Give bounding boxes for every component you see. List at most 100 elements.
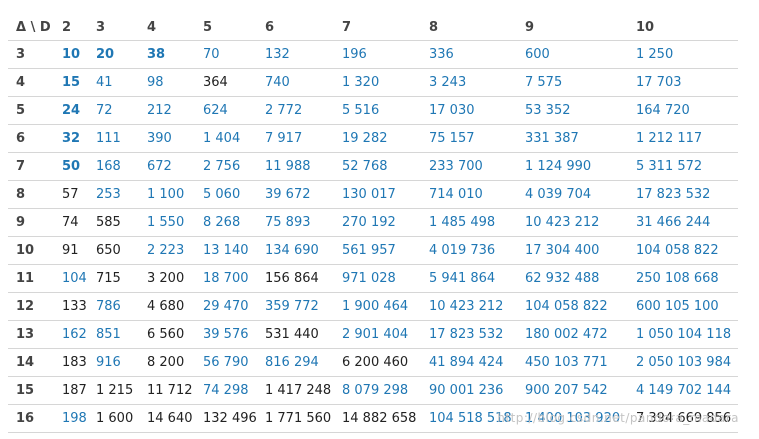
value-link[interactable]: 17 823 532 <box>628 180 738 209</box>
value-link[interactable]: 450 103 771 <box>517 348 628 377</box>
value-link[interactable]: 11 988 <box>257 152 334 181</box>
value-link[interactable]: 134 690 <box>257 236 334 265</box>
value-link[interactable]: 1 250 <box>628 40 738 69</box>
value-link[interactable]: 168 <box>88 152 139 181</box>
value-link[interactable]: 740 <box>257 68 334 97</box>
value-link[interactable]: 24 <box>54 96 88 125</box>
column-header-6: 6 <box>257 14 334 41</box>
value-link[interactable]: 13 140 <box>195 236 257 265</box>
value-link[interactable]: 971 028 <box>334 264 421 293</box>
value-link[interactable]: 1 320 <box>334 68 421 97</box>
value-link[interactable]: 624 <box>195 96 257 125</box>
value-link[interactable]: 70 <box>195 40 257 69</box>
value-link[interactable]: 56 790 <box>195 348 257 377</box>
value-link[interactable]: 10 423 212 <box>421 292 517 321</box>
value-link[interactable]: 74 298 <box>195 376 257 405</box>
value-link[interactable]: 39 672 <box>257 180 334 209</box>
value-link[interactable]: 253 <box>88 180 139 209</box>
value-link[interactable]: 331 387 <box>517 124 628 153</box>
value-link[interactable]: 10 <box>54 40 88 69</box>
value-link[interactable]: 17 030 <box>421 96 517 125</box>
value-link[interactable]: 2 223 <box>139 236 195 265</box>
value-link[interactable]: 198 <box>54 404 88 433</box>
value-link[interactable]: 180 002 472 <box>517 320 628 349</box>
value-link[interactable]: 15 <box>54 68 88 97</box>
value-link[interactable]: 39 576 <box>195 320 257 349</box>
value-link[interactable]: 4 039 704 <box>517 180 628 209</box>
value-link[interactable]: 104 058 822 <box>628 236 738 265</box>
value-link[interactable]: 8 079 298 <box>334 376 421 405</box>
value-link[interactable]: 336 <box>421 40 517 69</box>
value-link[interactable]: 162 <box>54 320 88 349</box>
value-link[interactable]: 132 <box>257 40 334 69</box>
value-link[interactable]: 32 <box>54 124 88 153</box>
value-link[interactable]: 17 823 532 <box>421 320 517 349</box>
value-link[interactable]: 212 <box>139 96 195 125</box>
value-link[interactable]: 130 017 <box>334 180 421 209</box>
value-link[interactable]: 1 550 <box>139 208 195 237</box>
value-link[interactable]: 104 <box>54 264 88 293</box>
value-link[interactable]: 270 192 <box>334 208 421 237</box>
value-link[interactable]: 75 893 <box>257 208 334 237</box>
value-link[interactable]: 10 423 212 <box>517 208 628 237</box>
value-link[interactable]: 2 050 103 984 <box>628 348 738 377</box>
value-link[interactable]: 62 932 488 <box>517 264 628 293</box>
value-link[interactable]: 104 058 822 <box>517 292 628 321</box>
value-link[interactable]: 2 901 404 <box>334 320 421 349</box>
value-link[interactable]: 1 212 117 <box>628 124 738 153</box>
value-link[interactable]: 196 <box>334 40 421 69</box>
value-link[interactable]: 41 894 424 <box>421 348 517 377</box>
value-link[interactable]: 561 957 <box>334 236 421 265</box>
value-link[interactable]: 816 294 <box>257 348 334 377</box>
value-link[interactable]: 233 700 <box>421 152 517 181</box>
value-link[interactable]: 7 917 <box>257 124 334 153</box>
value-cell: 14 882 658 <box>334 404 421 433</box>
value-link[interactable]: 52 768 <box>334 152 421 181</box>
value-link[interactable]: 5 516 <box>334 96 421 125</box>
value-link[interactable]: 53 352 <box>517 96 628 125</box>
value-link[interactable]: 7 575 <box>517 68 628 97</box>
value-link[interactable]: 1 100 <box>139 180 195 209</box>
value-link[interactable]: 4 149 702 144 <box>628 376 738 405</box>
value-link[interactable]: 18 700 <box>195 264 257 293</box>
value-link[interactable]: 19 282 <box>334 124 421 153</box>
value-link[interactable]: 5 311 572 <box>628 152 738 181</box>
value-link[interactable]: 600 <box>517 40 628 69</box>
value-link[interactable]: 1 404 <box>195 124 257 153</box>
value-link[interactable]: 111 <box>88 124 139 153</box>
value-link[interactable]: 98 <box>139 68 195 97</box>
value-link[interactable]: 916 <box>88 348 139 377</box>
value-link[interactable]: 4 019 736 <box>421 236 517 265</box>
value-link[interactable]: 41 <box>88 68 139 97</box>
value-link[interactable]: 20 <box>88 40 139 69</box>
value-link[interactable]: 3 243 <box>421 68 517 97</box>
value-link[interactable]: 1 485 498 <box>421 208 517 237</box>
value-link[interactable]: 5 060 <box>195 180 257 209</box>
value-link[interactable]: 714 010 <box>421 180 517 209</box>
value-link[interactable]: 50 <box>54 152 88 181</box>
value-link[interactable]: 672 <box>139 152 195 181</box>
value-link[interactable]: 600 105 100 <box>628 292 738 321</box>
value-link[interactable]: 1 900 464 <box>334 292 421 321</box>
value-link[interactable]: 2 772 <box>257 96 334 125</box>
value-link[interactable]: 75 157 <box>421 124 517 153</box>
value-link[interactable]: 90 001 236 <box>421 376 517 405</box>
value-link[interactable]: 31 466 244 <box>628 208 738 237</box>
value-link[interactable]: 72 <box>88 96 139 125</box>
value-link[interactable]: 851 <box>88 320 139 349</box>
value-link[interactable]: 8 268 <box>195 208 257 237</box>
value-link[interactable]: 5 941 864 <box>421 264 517 293</box>
value-link[interactable]: 390 <box>139 124 195 153</box>
value-link[interactable]: 1 050 104 118 <box>628 320 738 349</box>
value-link[interactable]: 2 756 <box>195 152 257 181</box>
value-link[interactable]: 359 772 <box>257 292 334 321</box>
value-link[interactable]: 900 207 542 <box>517 376 628 405</box>
value-link[interactable]: 17 703 <box>628 68 738 97</box>
value-link[interactable]: 17 304 400 <box>517 236 628 265</box>
value-link[interactable]: 38 <box>139 40 195 69</box>
value-link[interactable]: 29 470 <box>195 292 257 321</box>
value-link[interactable]: 164 720 <box>628 96 738 125</box>
value-link[interactable]: 250 108 668 <box>628 264 738 293</box>
value-link[interactable]: 1 124 990 <box>517 152 628 181</box>
value-link[interactable]: 786 <box>88 292 139 321</box>
